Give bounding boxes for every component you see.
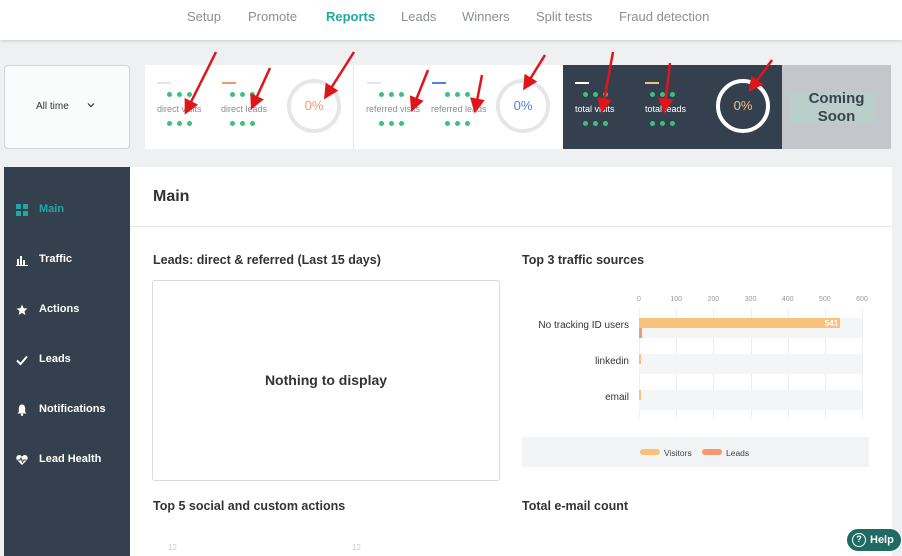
legend-leads: Leads: [702, 448, 749, 458]
leads-chart-area: Nothing to display: [152, 280, 500, 481]
sidebar-item-label: Notifications: [39, 403, 106, 415]
legend-leads-swatch: [702, 449, 722, 455]
annotation-arrow: [523, 54, 547, 91]
annotation-arrow: [184, 51, 218, 115]
social-actions-title: Top 5 social and custom actions: [153, 499, 346, 513]
sidebar: Main Traffic Actions Leads Notifications…: [4, 167, 130, 556]
sidebar-item-label: Actions: [39, 303, 80, 315]
sidebar-item-label: Traffic: [39, 253, 73, 265]
axis-tick: 12: [168, 543, 177, 552]
check-icon: [16, 355, 28, 366]
annotation-arrow: [323, 51, 356, 100]
email-count-title: Total e-mail count: [522, 499, 629, 513]
annotation-arrow: [658, 62, 674, 114]
bar-chart-icon: [16, 256, 28, 266]
sidebar-item-main[interactable]: Main: [4, 190, 130, 230]
annotation-arrow: [748, 59, 774, 93]
main-panel: Main Leads: direct & referred (Last 15 d…: [130, 167, 892, 556]
chart-legend: Visitors Leads: [522, 437, 869, 467]
sidebar-item-lead-health[interactable]: Lead Health: [4, 440, 130, 480]
empty-state-text: Nothing to display: [264, 372, 388, 388]
axis-tick: 12: [352, 543, 361, 552]
sidebar-item-label: Lead Health: [39, 453, 102, 465]
annotation-arrow: [596, 51, 615, 114]
sidebar-item-leads[interactable]: Leads: [4, 340, 130, 380]
annotation-arrow: [409, 69, 430, 112]
annotation-arrow: [470, 74, 485, 114]
sidebar-item-traffic[interactable]: Traffic: [4, 240, 130, 280]
help-label: Help: [870, 534, 894, 546]
legend-visitors: Visitors: [640, 448, 692, 458]
title-divider: [130, 226, 892, 227]
leads-chart-title: Leads: direct & referred (Last 15 days): [153, 253, 381, 267]
sidebar-item-notifications[interactable]: Notifications: [4, 390, 130, 430]
legend-visitors-swatch: [640, 449, 660, 455]
star-icon: [16, 304, 28, 315]
annotation-arrows: [184, 51, 774, 115]
sidebar-item-label: Leads: [39, 353, 71, 365]
traffic-sources-title: Top 3 traffic sources: [522, 253, 645, 267]
legend-leads-label: Leads: [726, 448, 750, 458]
heartbeat-icon: [16, 455, 28, 465]
legend-visitors-label: Visitors: [664, 448, 692, 458]
page-title: Main: [153, 188, 190, 205]
sidebar-item-actions[interactable]: Actions: [4, 290, 130, 330]
bell-icon: [17, 404, 27, 416]
help-icon: ?: [852, 533, 866, 547]
sidebar-item-label: Main: [39, 203, 65, 215]
grid-icon: [16, 204, 28, 216]
help-button[interactable]: ? Help: [846, 528, 902, 552]
annotation-arrow: [250, 67, 272, 110]
